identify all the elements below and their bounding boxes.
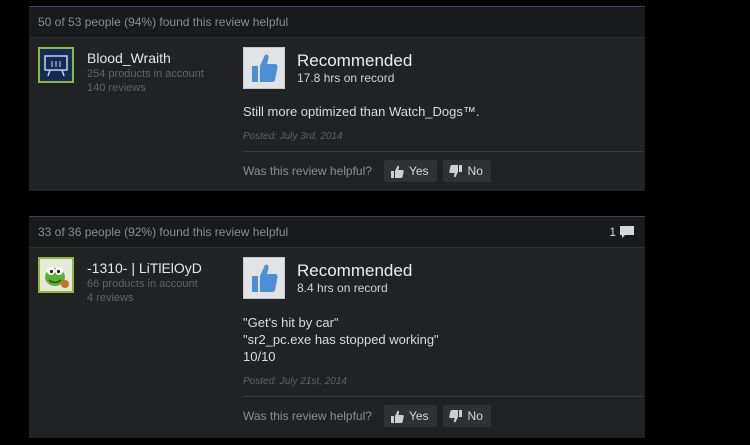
helpful-summary: 50 of 53 people (94%) found this review … (29, 7, 645, 38)
author-name[interactable]: -1310- | LiTlElOyD (87, 260, 202, 276)
green-cartoon-character-icon (40, 259, 72, 291)
review-text-line: 10/10 (243, 349, 276, 364)
vote-yes-label: Yes (408, 164, 429, 178)
comment-count: 1 (609, 225, 616, 239)
vote-yes-label: Yes (408, 409, 429, 423)
avatar[interactable] (38, 47, 74, 83)
reviews-count[interactable]: 140 reviews (87, 81, 204, 95)
thumbs-up-icon (252, 264, 278, 292)
reviews-count[interactable]: 4 reviews (87, 291, 198, 305)
divider (243, 396, 643, 397)
posted-date: Posted: July 3rd, 2014 (243, 131, 343, 142)
review-text: "Get's hit by car" "sr2_pc.exe has stopp… (243, 314, 439, 365)
thumbs-up-badge (243, 257, 285, 299)
thumbs-up-small-icon (390, 410, 404, 423)
helpful-vote-row: Was this review helpful? Yes No (243, 160, 497, 182)
review-verdict[interactable]: Recommended (297, 51, 412, 71)
hours-on-record: 17.8 hrs on record (297, 71, 395, 85)
review-text-line: "sr2_pc.exe has stopped working" (243, 332, 439, 347)
author-name[interactable]: Blood_Wraith (87, 50, 171, 66)
helpful-prompt: Was this review helpful? (243, 409, 372, 423)
comment-count-link[interactable]: 1 (609, 217, 635, 247)
thumbs-down-small-icon (448, 409, 462, 422)
vote-no-label: No (467, 164, 483, 178)
helpful-prompt: Was this review helpful? (243, 164, 372, 178)
helpful-vote-row: Was this review helpful? Yes No (243, 405, 497, 427)
hours-on-record: 8.4 hrs on record (297, 281, 388, 295)
review-verdict[interactable]: Recommended (297, 261, 412, 281)
vote-no-button[interactable]: No (442, 405, 491, 427)
helpful-summary: 33 of 36 people (92%) found this review … (29, 217, 645, 248)
helpful-summary-text: 50 of 53 people (94%) found this review … (38, 15, 289, 29)
thumbs-up-small-icon (390, 165, 404, 178)
vote-yes-button[interactable]: Yes (383, 160, 437, 182)
author-stats: 254 products in account 140 reviews (87, 67, 204, 95)
vote-no-label: No (467, 409, 483, 423)
review-card: 50 of 53 people (94%) found this review … (29, 6, 645, 191)
author-stats: 66 products in account 4 reviews (87, 277, 198, 305)
comment-bubble-icon (620, 226, 634, 238)
thumbs-up-icon (252, 54, 278, 82)
vote-yes-button[interactable]: Yes (383, 405, 437, 427)
helpful-summary-text: 33 of 36 people (92%) found this review … (38, 225, 289, 239)
products-count: 66 products in account (87, 278, 198, 290)
products-count: 254 products in account (87, 68, 204, 80)
review-text-line: "Get's hit by car" (243, 315, 339, 330)
presentation-board-icon (40, 49, 72, 81)
avatar[interactable] (38, 257, 74, 293)
divider (243, 151, 643, 152)
review-text-line: Still more optimized than Watch_Dogs™. (243, 104, 480, 119)
posted-date: Posted: July 21st, 2014 (243, 376, 347, 387)
review-text: Still more optimized than Watch_Dogs™. (243, 103, 480, 120)
review-card: 33 of 36 people (92%) found this review … (29, 216, 645, 438)
thumbs-down-small-icon (448, 164, 462, 177)
vote-no-button[interactable]: No (442, 160, 491, 182)
thumbs-up-badge (243, 47, 285, 89)
